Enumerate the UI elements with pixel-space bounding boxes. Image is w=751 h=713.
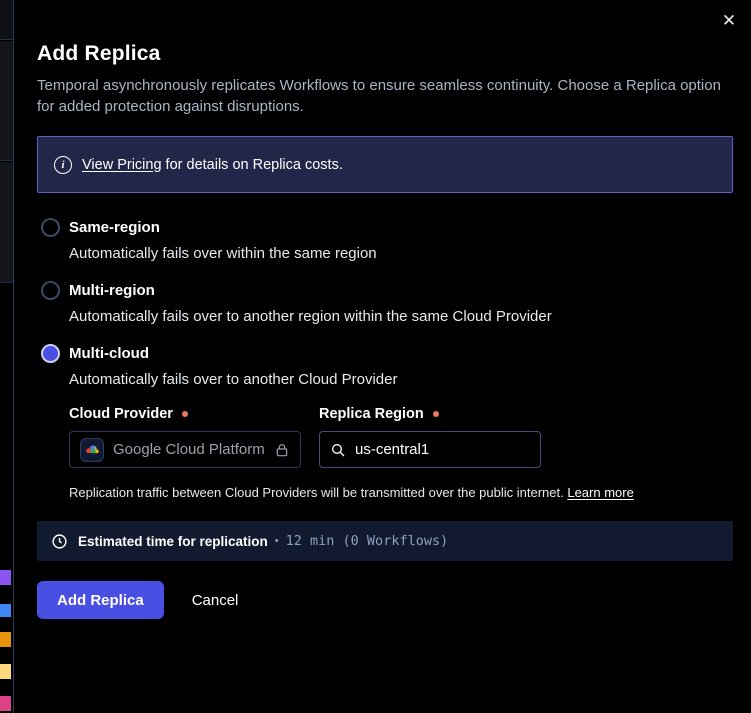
option-description: Automatically fails over within the same… (69, 243, 733, 264)
radio-multi-cloud[interactable] (41, 344, 60, 363)
option-description: Automatically fails over to another regi… (69, 306, 733, 327)
background-color-block-blue (0, 604, 11, 617)
background-panel (0, 0, 13, 40)
close-icon[interactable]: ✕ (718, 9, 740, 31)
radio-multi-region[interactable] (41, 281, 60, 300)
page-title: Add Replica (37, 42, 733, 66)
replica-region-field[interactable] (319, 431, 541, 468)
add-replica-button[interactable]: Add Replica (37, 581, 164, 619)
option-multi-region[interactable]: Multi-region Automatically fails over to… (37, 281, 733, 327)
option-same-region[interactable]: Same-region Automatically fails over wit… (37, 218, 733, 264)
background-color-block-purple (0, 570, 11, 585)
background-color-block-orange (0, 632, 11, 647)
learn-more-link[interactable]: Learn more (567, 485, 633, 500)
action-button-row: Add Replica Cancel (37, 581, 733, 619)
background-panel (0, 162, 13, 283)
replica-region-input[interactable] (355, 441, 515, 458)
estimate-label: Estimated time for replication (78, 534, 268, 549)
cloud-provider-select[interactable]: Google Cloud Platform (69, 431, 301, 468)
option-multi-cloud[interactable]: Multi-cloud Automatically fails over to … (37, 344, 733, 500)
required-dot (433, 411, 439, 417)
cancel-button[interactable]: Cancel (192, 592, 239, 609)
required-dot (182, 411, 188, 417)
public-internet-note: Replication traffic between Cloud Provid… (69, 485, 733, 500)
pricing-banner-text: View Pricing for details on Replica cost… (82, 157, 343, 173)
google-cloud-icon (80, 438, 104, 462)
info-icon: i (54, 156, 72, 174)
option-label[interactable]: Multi-cloud (69, 344, 733, 363)
background-color-block-yellow (0, 664, 11, 679)
option-label[interactable]: Multi-region (69, 281, 733, 300)
background-panel (0, 41, 13, 161)
add-replica-modal: ✕ Add Replica Temporal asynchronously re… (13, 0, 751, 713)
cloud-provider-label: Cloud Provider (69, 406, 319, 422)
replica-region-label: Replica Region (319, 406, 439, 422)
option-label[interactable]: Same-region (69, 218, 733, 237)
background-color-block-pink (0, 696, 11, 711)
lock-icon (274, 442, 290, 458)
view-pricing-link[interactable]: View Pricing (82, 157, 162, 173)
radio-same-region[interactable] (41, 218, 60, 237)
search-icon (330, 442, 346, 458)
clock-icon (51, 533, 68, 550)
replication-estimate-banner: Estimated time for replication • 12 min … (37, 521, 733, 561)
pricing-banner-rest: for details on Replica costs. (162, 157, 343, 173)
multi-cloud-subform: Cloud Provider Replica Region (69, 406, 733, 500)
pricing-info-banner: i View Pricing for details on Replica co… (37, 136, 733, 193)
option-description: Automatically fails over to another Clou… (69, 369, 733, 390)
replica-option-group: Same-region Automatically fails over wit… (37, 218, 733, 500)
estimate-value: 12 min (0 Workflows) (286, 533, 449, 549)
estimate-separator: • (275, 535, 279, 547)
modal-description: Temporal asynchronously replicates Workf… (37, 75, 733, 117)
cloud-provider-value: Google Cloud Platform (113, 441, 265, 458)
background-page-edge (0, 0, 13, 713)
